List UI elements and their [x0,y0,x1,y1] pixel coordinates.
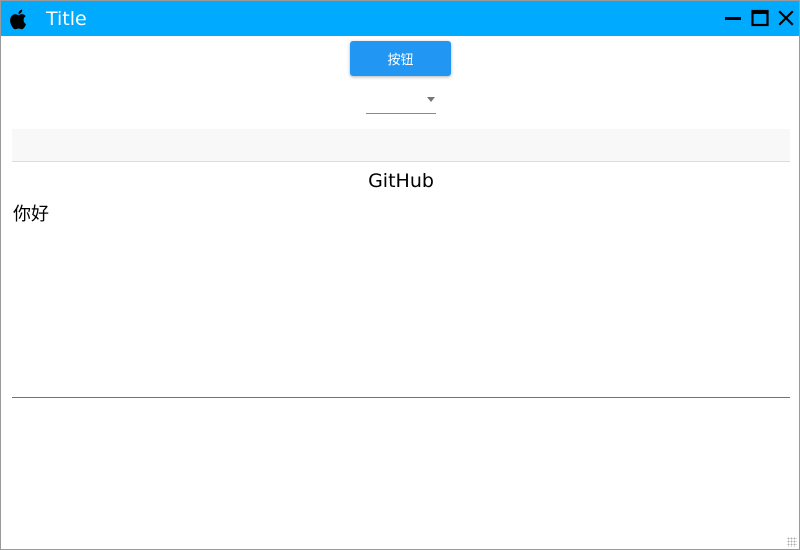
title-bar[interactable]: Title [1,1,799,36]
close-icon[interactable] [776,8,796,28]
apple-logo-icon [10,9,26,30]
window-title: Title [46,8,87,30]
text-editor[interactable] [12,225,790,398]
app-window: Title 按钮 GitHub 你好 [0,0,800,550]
toolbar-strip [12,129,790,162]
primary-button[interactable]: 按钮 [350,41,451,76]
dropdown-select[interactable] [366,88,436,114]
resize-grip-icon[interactable] [787,537,797,547]
maximize-icon[interactable] [750,8,770,28]
greeting-text: 你好 [13,204,49,225]
heading-text: GitHub [368,170,434,192]
minimize-icon[interactable] [723,8,743,28]
chevron-down-icon [427,97,435,102]
